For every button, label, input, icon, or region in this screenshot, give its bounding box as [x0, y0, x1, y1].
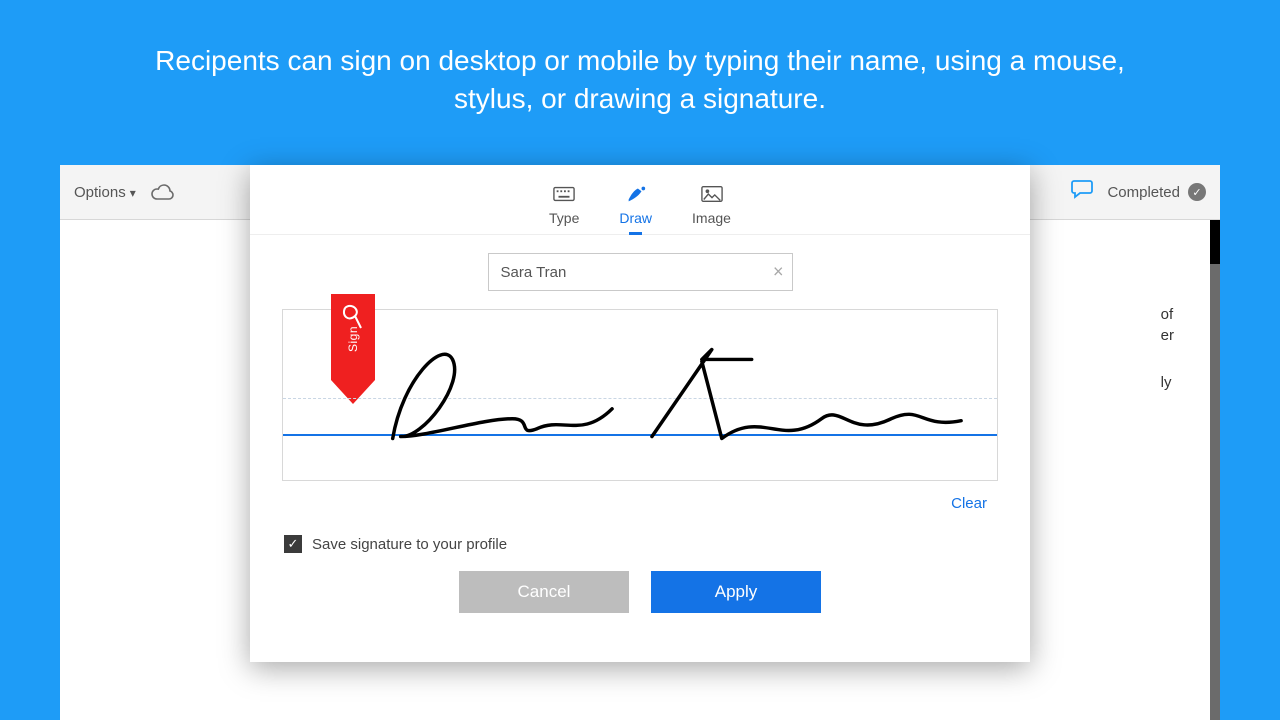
save-checkbox[interactable]: ✓ [284, 535, 302, 553]
tab-draw[interactable]: Draw [619, 184, 652, 234]
save-label: Save signature to your profile [312, 536, 507, 553]
signature-modal: Type Draw Image × Sign Clear [250, 165, 1030, 662]
options-menu[interactable]: Options [74, 184, 136, 201]
status-completed: Completed ✓ [1107, 183, 1206, 201]
options-label: Options [74, 184, 126, 201]
check-icon: ✓ [1188, 183, 1206, 201]
keyboard-icon [553, 184, 575, 204]
signature-stroke [283, 310, 997, 480]
pen-icon [625, 184, 647, 204]
name-field-wrapper: × [488, 253, 793, 291]
tab-image[interactable]: Image [692, 184, 731, 234]
completed-label: Completed [1107, 184, 1180, 201]
tab-type[interactable]: Type [549, 184, 579, 234]
caret-down-icon [130, 184, 136, 201]
image-icon [701, 184, 723, 204]
tab-image-label: Image [692, 210, 731, 226]
tab-draw-label: Draw [619, 210, 652, 226]
apply-button[interactable]: Apply [651, 571, 821, 613]
comment-icon[interactable] [1071, 179, 1093, 205]
name-input[interactable] [489, 254, 792, 290]
tab-type-label: Type [549, 210, 579, 226]
cloud-icon [150, 183, 176, 201]
slide-caption: Recipents can sign on desktop or mobile … [0, 0, 1280, 146]
bg-text: of er ly [1161, 304, 1174, 393]
signature-tabs: Type Draw Image [250, 165, 1030, 235]
cancel-button[interactable]: Cancel [459, 571, 629, 613]
signature-canvas[interactable]: Sign Clear [282, 309, 998, 481]
clear-signature[interactable]: Clear [951, 495, 987, 512]
clear-name-icon[interactable]: × [773, 262, 784, 283]
